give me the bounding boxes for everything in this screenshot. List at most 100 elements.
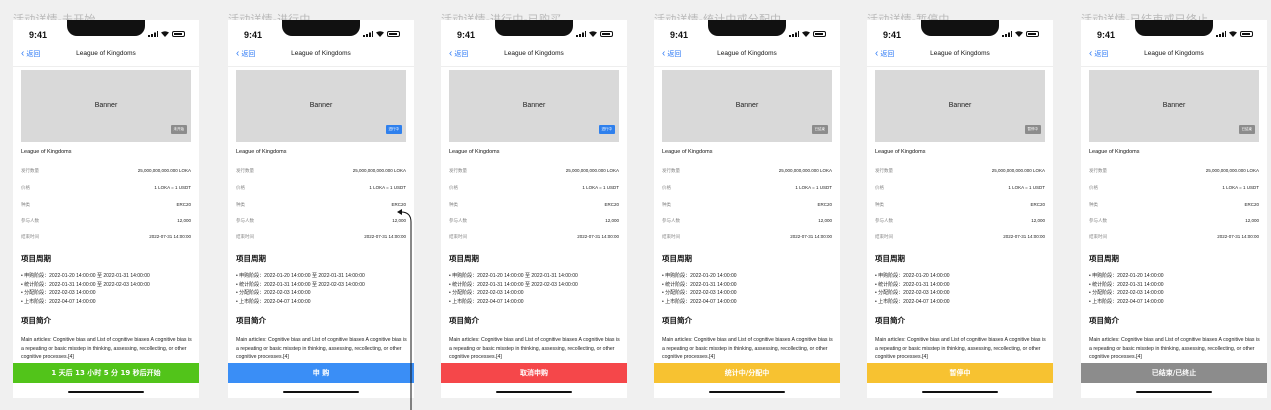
wifi-icon [376,31,384,37]
period-list: • 申购阶段：2022-01-20 14:00:00 • 统计阶段：2022-01… [875,272,1050,306]
info-label: 结束时间 [875,234,893,239]
info-value: 25,000,000,000.000 LOKA [565,168,619,173]
home-area [867,383,1053,398]
period-item: • 申购阶段：2022-01-20 14:00:00 [875,273,950,279]
info-value: ERC20 [176,202,191,207]
action-button[interactable]: 已结束/已终止 [1081,363,1267,383]
action-button[interactable]: 取消申购 [441,363,627,383]
period-item: • 上市阶段：2022-04-07 14:00:00 [875,298,950,305]
period-text: 申购阶段：2022-01-20 14:00:00 [665,273,737,279]
status-bar: 9:41 [228,20,414,44]
info-value: 25,000,000,000.000 LOKA [137,168,191,173]
period-item: • 上市阶段：2022-04-07 14:00:00 [449,298,524,305]
section-title-intro: 项目简介 [662,316,692,325]
screen-artboard: 活动详情-未开始 9:41 ‹ 返回 League of [13,0,199,410]
banner-image[interactable]: Banner 已结束 [662,70,832,142]
home-indicator [68,391,144,393]
nav-bar: ‹ 返回 League of Kingdoms [654,44,840,67]
notch [67,20,145,36]
banner-image[interactable]: Banner 暂停中 [875,70,1045,142]
battery-icon [387,31,400,37]
info-label: 参与人数 [1089,218,1107,223]
period-item: • 申购阶段：2022-01-20 14:00:00 [1089,273,1164,279]
period-item: • 分配阶段：2022-02-03 14:00:00 [449,290,524,297]
wifi-icon [1015,31,1023,37]
project-name: League of Kingdoms [1089,149,1140,155]
wifi-icon [1229,31,1237,37]
phone-frame: 9:41 ‹ 返回 League of Kingdoms [654,20,840,398]
status-badge: 已结束 [811,125,828,134]
info-label: 价格 [875,185,884,190]
signal-icon [1002,31,1012,37]
status-bar: 9:41 [441,20,627,44]
phone-frame: 9:41 ‹ 返回 League of Kingdoms [228,20,414,398]
home-area [441,383,627,398]
status-time: 9:41 [670,30,689,40]
banner-image[interactable]: Banner 未开始 [21,70,191,142]
period-item: • 申购阶段：2022-01-20 14:00:00 至 2022-01-31 … [21,273,150,279]
screen-artboard: 活动详情-已结束或已终止 9:41 ‹ 返回 Leagu [1081,0,1267,410]
nav-title: League of Kingdoms [717,50,777,57]
home-indicator [922,391,998,393]
info-value: ERC20 [1030,202,1045,207]
info-value: 1 LOKA = 1 USDT [369,185,406,190]
info-value: 2022-07-31 14:00:00 [149,234,191,239]
info-label: 发行数量 [236,168,254,173]
status-bar: 9:41 [13,20,199,44]
intro-text: Main articles: Cognitive bias and List o… [875,337,1046,361]
period-text: 统计阶段：2022-01-31 14:00:00 至 2022-02-03 14… [239,281,365,288]
status-icons [1002,31,1039,37]
period-text: 分配阶段：2022-02-03 14:00:00 [1092,290,1164,297]
action-button[interactable]: 统计中/分配中 [654,363,840,383]
banner-image[interactable]: Banner 进行中 [449,70,619,142]
info-label: 种类 [236,202,245,207]
period-list: • 申购阶段：2022-01-20 14:00:00 至 2022-01-31 … [236,272,411,306]
intro-text: Main articles: Cognitive bias and List o… [662,337,833,361]
period-item: • 分配阶段：2022-02-03 14:00:00 [21,290,96,297]
action-button[interactable]: 暂停中 [867,363,1053,383]
section-title-period: 项目周期 [875,254,905,263]
period-list: • 申购阶段：2022-01-20 14:00:00 至 2022-01-31 … [449,272,624,306]
period-text: 上市阶段：2022-04-07 14:00:00 [24,298,96,305]
period-item: • 统计阶段：2022-01-31 14:00:00 [662,281,737,288]
nav-bar: ‹ 返回 League of Kingdoms [228,44,414,67]
period-text: 分配阶段：2022-02-03 14:00:00 [665,290,737,297]
wifi-icon [802,31,810,37]
banner-image[interactable]: Banner 进行中 [236,70,406,142]
banner-label: Banner [948,102,972,109]
nav-bar: ‹ 返回 League of Kingdoms [1081,44,1267,67]
phone-frame: 9:41 ‹ 返回 League of Kingdoms [867,20,1053,398]
info-value: 1 LOKA = 1 USDT [1222,185,1259,190]
action-button[interactable]: 1 天后 13 小时 5 分 19 秒后开始 [13,363,199,383]
notch [1135,20,1213,36]
action-button[interactable]: 申 购 [228,363,414,383]
banner-image[interactable]: Banner 已结束 [1089,70,1259,142]
info-value: 12,000 [1245,218,1259,223]
period-item: • 上市阶段：2022-04-07 14:00:00 [21,298,96,305]
info-label: 参与人数 [21,218,39,223]
period-text: 申购阶段：2022-01-20 14:00:00 至 2022-01-31 14… [24,273,150,279]
screen-artboard: 活动详情-统计中或分配中 9:41 ‹ 返回 Leagu [654,0,840,410]
period-text: 分配阶段：2022-02-03 14:00:00 [24,290,96,297]
period-text: 上市阶段：2022-04-07 14:00:00 [665,298,737,305]
home-area [1081,383,1267,398]
status-icons [148,31,185,37]
project-name: League of Kingdoms [21,149,72,155]
status-badge: 暂停中 [1024,125,1041,134]
period-text: 申购阶段：2022-01-20 14:00:00 至 2022-01-31 14… [452,273,578,279]
info-label: 参与人数 [236,218,254,223]
info-label: 发行数量 [875,168,893,173]
section-title-period: 项目周期 [1089,254,1119,263]
home-indicator [709,391,785,393]
section-title-intro: 项目简介 [1089,316,1119,325]
info-value: 12,000 [177,218,191,223]
info-value: 25,000,000,000.000 LOKA [778,168,832,173]
period-item: • 统计阶段：2022-01-31 14:00:00 至 2022-02-03 … [236,281,365,288]
info-label: 价格 [1089,185,1098,190]
info-value: ERC20 [1244,202,1259,207]
home-area [13,383,199,398]
project-name: League of Kingdoms [449,149,500,155]
flow-arrow-icon [397,209,412,410]
home-area [654,383,840,398]
period-text: 统计阶段：2022-01-31 14:00:00 [1092,281,1164,288]
